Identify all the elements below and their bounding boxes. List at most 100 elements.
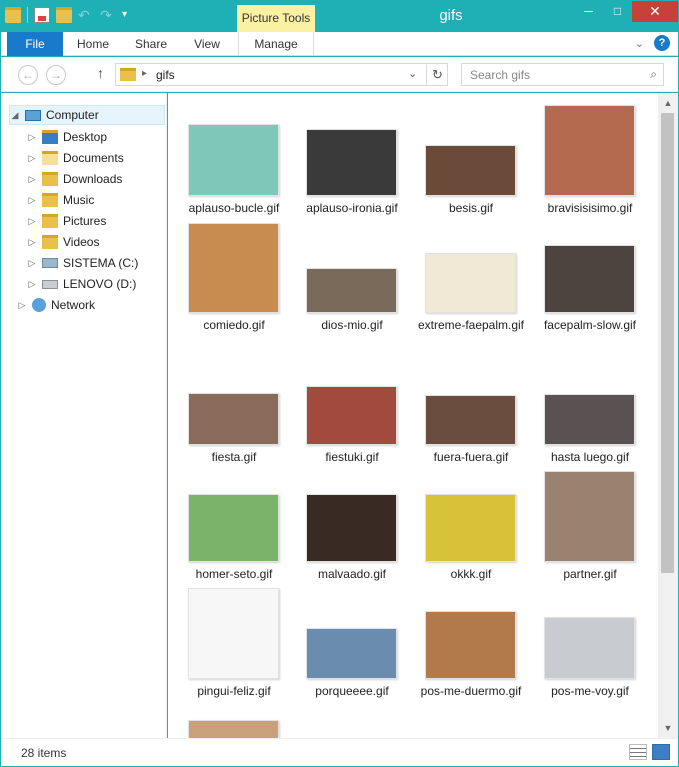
file-name[interactable]: facepalm-slow.gif bbox=[534, 318, 646, 333]
file-name[interactable]: fuera-fuera.gif bbox=[415, 450, 527, 465]
file-name[interactable]: pos-me-voy.gif bbox=[534, 684, 646, 699]
vertical-scrollbar[interactable]: ▲ ▼ bbox=[658, 93, 678, 738]
file-name[interactable]: malvaado.gif bbox=[296, 567, 408, 582]
breadcrumb-arrow-icon[interactable]: ▸ bbox=[142, 68, 147, 79]
up-button[interactable]: ↑ bbox=[97, 65, 104, 81]
collapsed-arrow-icon[interactable]: ▷ bbox=[27, 132, 37, 143]
file-name[interactable]: aplauso-bucle.gif bbox=[178, 201, 290, 216]
file-thumbnail[interactable] bbox=[425, 611, 516, 679]
tree-item-label: Downloads bbox=[63, 172, 123, 186]
file-name[interactable]: extreme-faepalm.gif bbox=[415, 318, 527, 333]
computer-icon bbox=[25, 109, 41, 121]
tree-item-downloads[interactable]: ▷ Downloads bbox=[27, 169, 122, 189]
file-thumbnail[interactable] bbox=[188, 720, 279, 738]
tree-item-desktop[interactable]: ▷ Desktop bbox=[27, 127, 107, 147]
chevron-down-icon[interactable]: ⌄ bbox=[408, 67, 417, 80]
tab-view[interactable]: View bbox=[181, 32, 233, 56]
quick-access-toolbar: ↶ ↷ ▾ bbox=[5, 7, 138, 23]
customize-icon[interactable]: ▾ bbox=[122, 7, 138, 23]
collapsed-arrow-icon[interactable]: ▷ bbox=[27, 237, 37, 248]
scroll-down-icon[interactable]: ▼ bbox=[658, 720, 678, 736]
file-thumbnail[interactable] bbox=[544, 394, 635, 445]
collapsed-arrow-icon[interactable]: ▷ bbox=[27, 258, 37, 269]
folder-icon[interactable] bbox=[5, 7, 21, 23]
file-name[interactable]: aplauso-ironia.gif bbox=[296, 201, 408, 216]
search-icon[interactable]: ⌕ bbox=[650, 67, 657, 82]
properties-icon[interactable] bbox=[34, 7, 50, 23]
file-name[interactable]: fiesta.gif bbox=[178, 450, 290, 465]
new-folder-icon[interactable] bbox=[56, 7, 72, 23]
documents-icon bbox=[42, 151, 58, 165]
file-thumbnail[interactable] bbox=[306, 386, 397, 445]
file-thumbnail[interactable] bbox=[425, 253, 516, 313]
tree-item-music[interactable]: ▷ Music bbox=[27, 190, 94, 210]
expanded-arrow-icon[interactable]: ◢ bbox=[10, 110, 20, 121]
file-thumbnail[interactable] bbox=[188, 223, 279, 313]
file-thumbnail[interactable] bbox=[188, 124, 279, 196]
tree-item-videos[interactable]: ▷ Videos bbox=[27, 232, 99, 252]
file-name[interactable]: dios-mio.gif bbox=[296, 318, 408, 333]
file-thumbnail[interactable] bbox=[544, 245, 635, 313]
file-thumbnail[interactable] bbox=[425, 395, 516, 445]
file-thumbnail[interactable] bbox=[544, 471, 635, 562]
expand-ribbon-icon[interactable]: ⌄ bbox=[635, 37, 644, 50]
scrollbar-thumb[interactable] bbox=[661, 113, 674, 573]
tree-item-network[interactable]: ▷ Network bbox=[17, 295, 95, 315]
tab-share[interactable]: Share bbox=[123, 32, 179, 56]
file-thumbnail[interactable] bbox=[188, 393, 279, 445]
file-name[interactable]: fiestuki.gif bbox=[296, 450, 408, 465]
tree-item-documents[interactable]: ▷ Documents bbox=[27, 148, 124, 168]
redo-icon[interactable]: ↷ bbox=[100, 7, 116, 23]
large-icons-view-icon[interactable] bbox=[652, 744, 670, 760]
tab-manage[interactable]: Manage bbox=[238, 32, 314, 56]
back-button[interactable]: ← bbox=[18, 65, 38, 85]
collapsed-arrow-icon[interactable]: ▷ bbox=[17, 300, 27, 311]
collapsed-arrow-icon[interactable]: ▷ bbox=[27, 216, 37, 227]
close-button[interactable]: ✕ bbox=[632, 1, 678, 22]
refresh-button[interactable]: ↻ bbox=[426, 65, 448, 85]
title-bar: ↶ ↷ ▾ Picture Tools gifs ─ □ ✕ bbox=[1, 1, 678, 32]
collapsed-arrow-icon[interactable]: ▷ bbox=[27, 279, 37, 290]
collapsed-arrow-icon[interactable]: ▷ bbox=[27, 153, 37, 164]
file-name[interactable]: besis.gif bbox=[415, 201, 527, 216]
collapsed-arrow-icon[interactable]: ▷ bbox=[27, 195, 37, 206]
file-thumbnail[interactable] bbox=[188, 494, 279, 562]
breadcrumb-path[interactable]: gifs bbox=[156, 68, 175, 82]
undo-icon[interactable]: ↶ bbox=[78, 7, 94, 23]
file-thumbnail[interactable] bbox=[306, 268, 397, 313]
file-name[interactable]: comiedo.gif bbox=[178, 318, 290, 333]
file-name[interactable]: partner.gif bbox=[534, 567, 646, 582]
file-name[interactable]: pingui-feliz.gif bbox=[178, 684, 290, 699]
tree-item-lenovo-d[interactable]: ▷ LENOVO (D:) bbox=[27, 274, 137, 294]
scroll-up-icon[interactable]: ▲ bbox=[658, 95, 678, 111]
address-bar[interactable]: ▸ gifs ⌄ ↻ bbox=[115, 63, 448, 86]
file-thumbnail[interactable] bbox=[306, 129, 397, 196]
file-thumbnail[interactable] bbox=[306, 628, 397, 679]
forward-button[interactable]: → bbox=[46, 65, 66, 85]
collapsed-arrow-icon[interactable]: ▷ bbox=[27, 174, 37, 185]
file-name[interactable]: homer-seto.gif bbox=[178, 567, 290, 582]
tree-item-computer[interactable]: ◢ Computer bbox=[9, 105, 165, 125]
tree-item-sistema-c[interactable]: ▷ SISTEMA (C:) bbox=[27, 253, 139, 273]
file-thumbnail[interactable] bbox=[306, 494, 397, 562]
file-thumbnail[interactable] bbox=[544, 617, 635, 679]
file-name[interactable]: porqueeee.gif bbox=[296, 684, 408, 699]
file-name[interactable]: pos-me-duermo.gif bbox=[415, 684, 527, 699]
tab-file[interactable]: File bbox=[7, 32, 63, 56]
file-name[interactable]: okkk.gif bbox=[415, 567, 527, 582]
help-icon[interactable]: ? bbox=[654, 35, 670, 51]
file-name[interactable]: bravisisisimo.gif bbox=[534, 201, 646, 216]
tree-item-pictures[interactable]: ▷ Pictures bbox=[27, 211, 106, 231]
details-view-icon[interactable] bbox=[629, 744, 647, 760]
file-thumbnail[interactable] bbox=[188, 588, 279, 679]
file-thumbnail[interactable] bbox=[425, 494, 516, 562]
file-name[interactable]: hasta luego.gif bbox=[534, 450, 646, 465]
file-thumbnail[interactable] bbox=[425, 145, 516, 196]
file-thumbnail[interactable] bbox=[544, 105, 635, 196]
tab-home[interactable]: Home bbox=[67, 32, 119, 56]
maximize-button[interactable]: □ bbox=[603, 1, 632, 22]
search-input[interactable]: Search gifs ⌕ bbox=[461, 63, 664, 86]
window-title: gifs bbox=[439, 7, 463, 24]
explorer-window: ↶ ↷ ▾ Picture Tools gifs ─ □ ✕ File Home… bbox=[0, 0, 679, 767]
minimize-button[interactable]: ─ bbox=[574, 1, 603, 22]
